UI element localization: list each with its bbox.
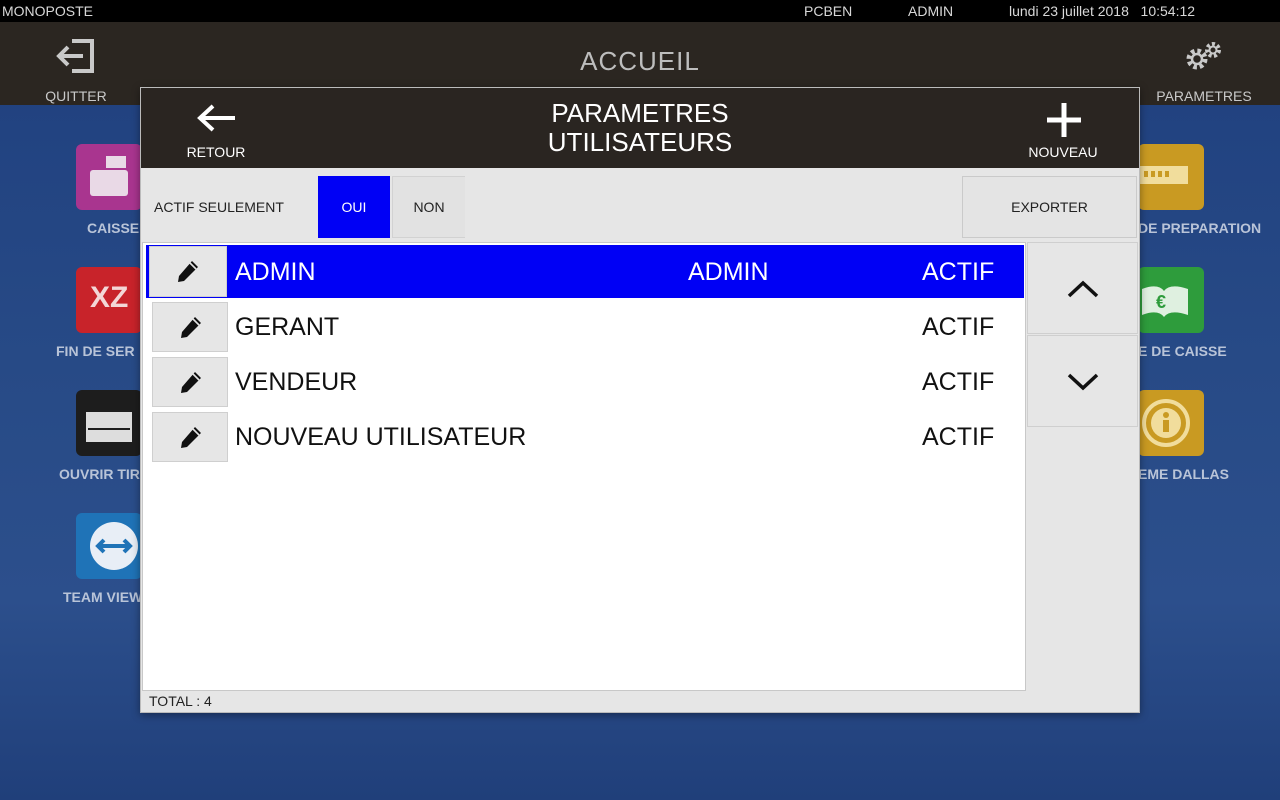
printer-icon[interactable] xyxy=(1138,144,1204,210)
edit-user-button[interactable] xyxy=(152,357,228,407)
user-row[interactable]: ADMIN ADMIN ACTIF xyxy=(146,245,1024,298)
tile-label-team-viewer: TEAM VIEW xyxy=(63,589,143,605)
user-name: NOUVEAU UTILISATEUR xyxy=(235,423,527,451)
active-only-no-toggle[interactable]: NON xyxy=(392,176,465,238)
chevron-down-icon xyxy=(1067,373,1099,391)
quit-label: QUITTER xyxy=(45,88,107,104)
scroll-up-button[interactable] xyxy=(1027,242,1138,334)
tile-label-dallas: EME DALLAS xyxy=(1138,466,1229,482)
quit-button[interactable]: QUITTER xyxy=(30,22,122,105)
users-settings-dialog: RETOUR PARAMETRES UTILISATEURS NOUVEAU A… xyxy=(140,87,1140,713)
user-row[interactable]: VENDEUR ACTIF xyxy=(146,355,1024,408)
settings-label: PARAMETRES xyxy=(1156,88,1252,104)
teamviewer-icon[interactable] xyxy=(76,513,142,579)
page-title: ACCUEIL xyxy=(580,46,700,76)
user-row[interactable]: NOUVEAU UTILISATEUR ACTIF xyxy=(146,410,1024,463)
new-user-label: NOUVEAU xyxy=(1028,144,1098,160)
user-status: ACTIF xyxy=(922,313,995,341)
back-label: RETOUR xyxy=(186,144,246,160)
euro-book-icon[interactable]: € xyxy=(1138,267,1204,333)
cash-register-icon[interactable] xyxy=(76,144,142,210)
tile-label-preparation: DE PREPARATION xyxy=(1138,220,1262,236)
edit-user-button[interactable] xyxy=(152,412,228,462)
users-list: ADMIN ADMIN ACTIF GERANT ACTIF VENDEUR A… xyxy=(142,242,1026,690)
status-bar: MONOPOSTE PCBEN ADMIN lundi 23 juillet 2… xyxy=(0,0,1280,22)
user-row[interactable]: GERANT ACTIF xyxy=(146,300,1024,353)
edit-user-button[interactable] xyxy=(152,302,228,352)
current-user: ADMIN xyxy=(908,3,954,19)
user-role: ADMIN xyxy=(688,258,769,286)
date-time: lundi 23 juillet 2018 10:54:12 xyxy=(1009,3,1196,19)
pencil-icon xyxy=(181,427,201,448)
svg-text:XZ: XZ xyxy=(90,281,128,314)
arrow-left-icon xyxy=(197,104,235,132)
active-only-label: ACTIF SEULEMENT xyxy=(154,199,284,215)
settings-button[interactable]: PARAMETRES xyxy=(1148,22,1260,105)
tile-label-ouvrir-tiroir: OUVRIR TIR xyxy=(59,466,140,482)
user-status: ACTIF xyxy=(922,258,995,286)
plus-icon xyxy=(1047,103,1081,137)
user-name: VENDEUR xyxy=(235,368,358,396)
svg-text:€: € xyxy=(1156,292,1166,312)
info-icon[interactable] xyxy=(1138,390,1204,456)
pencil-icon xyxy=(181,372,201,393)
new-user-button[interactable]: NOUVEAU xyxy=(1013,88,1113,168)
chevron-up-icon xyxy=(1067,280,1099,298)
active-only-yes-toggle[interactable]: OUI xyxy=(318,176,390,238)
app-name: MONOPOSTE xyxy=(2,3,94,19)
exit-icon xyxy=(56,39,94,73)
tile-label-fin-de-service: FIN DE SER xyxy=(56,343,135,359)
dialog-header: RETOUR PARAMETRES UTILISATEURS NOUVEAU xyxy=(141,88,1139,168)
export-button[interactable]: EXPORTER xyxy=(962,176,1137,238)
drawer-icon[interactable] xyxy=(76,390,142,456)
total-count: TOTAL : 4 xyxy=(142,690,1026,712)
user-name: GERANT xyxy=(235,313,340,341)
pencil-icon xyxy=(181,317,201,338)
user-status: ACTIF xyxy=(922,423,995,451)
edit-user-button[interactable] xyxy=(149,246,227,297)
back-button[interactable]: RETOUR xyxy=(171,88,261,168)
gear-icon xyxy=(1186,42,1221,70)
xz-icon[interactable]: XZ xyxy=(76,267,142,333)
user-status: ACTIF xyxy=(922,368,995,396)
dialog-title-line2: UTILISATEURS xyxy=(547,127,733,157)
tile-label-caisse-book: E DE CAISSE xyxy=(1138,343,1227,359)
user-name: ADMIN xyxy=(235,258,316,286)
tile-label-caisse: CAISSE xyxy=(87,220,140,236)
computer-name: PCBEN xyxy=(804,3,853,19)
dialog-title-line1: PARAMETRES xyxy=(551,98,729,128)
pencil-icon xyxy=(178,261,198,282)
scroll-down-button[interactable] xyxy=(1027,335,1138,427)
dialog-title: PARAMETRES UTILISATEURS xyxy=(490,99,790,157)
